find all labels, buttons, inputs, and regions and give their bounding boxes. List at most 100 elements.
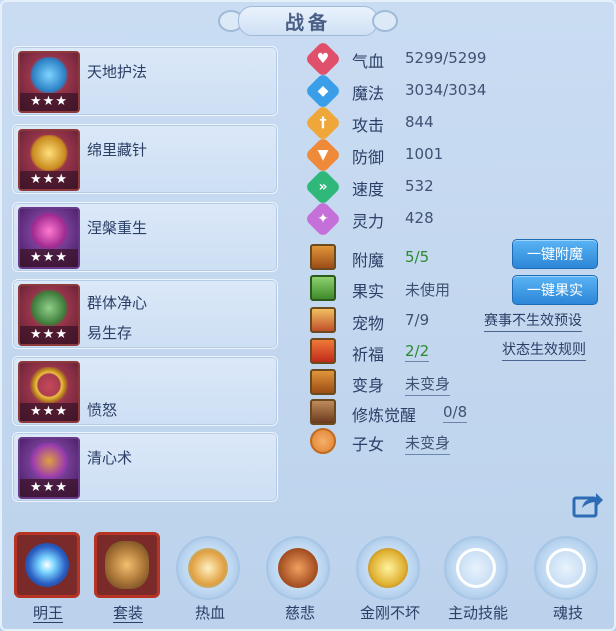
- extra-value[interactable]: 未变身: [405, 432, 451, 455]
- fruit-icon: [310, 275, 336, 301]
- skill-name: 清心术: [87, 449, 133, 467]
- warrior-icon: [176, 536, 240, 600]
- bottom-slot-5[interactable]: 金刚不坏: [350, 532, 430, 628]
- stat-value: 428: [405, 209, 434, 227]
- empty-slot-icon: [444, 536, 508, 600]
- stat-hp: ♥ 气血 5299/5299: [304, 40, 598, 78]
- stat-label: 防御: [352, 148, 385, 167]
- bottom-slot-1[interactable]: 明王: [8, 532, 88, 628]
- pet-icon: [310, 307, 336, 333]
- stat-label: 灵力: [352, 212, 385, 231]
- skill-card-5[interactable]: ★★★ 愤怒: [12, 356, 278, 426]
- bottom-label: 魂技: [552, 604, 583, 622]
- extra-cultivation[interactable]: 修炼觉醒 0/8: [308, 399, 608, 427]
- skill-name: 愤怒: [87, 401, 118, 419]
- extra-label: 祈福: [352, 345, 385, 364]
- bottom-label: 热血: [194, 604, 225, 622]
- one-click-enchant-button[interactable]: 一键附魔: [512, 239, 598, 269]
- stat-value: 532: [405, 177, 434, 195]
- stat-label: 速度: [352, 180, 385, 199]
- sun-orb-icon: [14, 532, 80, 598]
- star-rating: ★★★: [20, 93, 78, 111]
- stat-attack: † 攻击 844: [304, 104, 598, 142]
- enchant-icon: [310, 244, 336, 270]
- speed-icon: »: [304, 168, 342, 206]
- extra-label: 果实: [352, 282, 385, 301]
- beads-icon: ★★★: [18, 284, 80, 346]
- bottom-slot-7[interactable]: 魂技: [528, 532, 608, 628]
- skill-name: 天地护法: [87, 63, 148, 81]
- sword-icon: †: [304, 104, 342, 142]
- star-rating: ★★★: [20, 403, 78, 421]
- star-rating: ★★★: [20, 171, 78, 189]
- star-rating: ★★★: [20, 249, 78, 267]
- page-title: 战备: [238, 6, 378, 36]
- star-rating: ★★★: [20, 479, 78, 497]
- skill-card-1[interactable]: ★★★ 天地护法: [12, 46, 278, 116]
- stat-speed: » 速度 532: [304, 168, 598, 206]
- bottom-label: 明王: [32, 604, 63, 623]
- stat-mp: ◆ 魔法 3034/3034: [304, 72, 598, 110]
- skill-card-4[interactable]: ★★★ 群体净心 易生存: [12, 279, 278, 349]
- bottom-label: 套装: [112, 604, 143, 623]
- extra-value: 未使用: [405, 281, 451, 299]
- bottom-label: 金刚不坏: [359, 604, 420, 622]
- extra-label: 修炼觉醒: [352, 406, 417, 425]
- bottom-slot-2[interactable]: 套装: [88, 532, 168, 628]
- bottom-slot-4[interactable]: 慈悲: [260, 532, 340, 628]
- stat-value: 3034/3034: [405, 81, 487, 99]
- star-rating: ★★★: [20, 326, 78, 344]
- armor-icon: [94, 532, 160, 598]
- extra-transform[interactable]: 变身 未变身: [308, 369, 608, 397]
- skill-name: 群体净心: [87, 294, 148, 312]
- skill-tag: 易生存: [87, 324, 133, 342]
- dragon-icon: ★★★: [18, 51, 80, 113]
- mask-icon: ★★★: [18, 207, 80, 269]
- stat-value: 844: [405, 113, 434, 131]
- extra-value[interactable]: 0/8: [443, 403, 468, 423]
- spirit-icon: ✦: [304, 200, 342, 238]
- bottom-label: 慈悲: [284, 604, 315, 622]
- skill-card-2[interactable]: ★★★ 绵里藏针: [12, 124, 278, 194]
- shield-icon: ▼: [304, 136, 342, 174]
- extra-label: 子女: [352, 435, 385, 454]
- extra-value[interactable]: 2/2: [405, 342, 430, 362]
- stat-label: 攻击: [352, 116, 385, 135]
- extra-label: 附魔: [352, 251, 385, 270]
- transform-icon: [310, 369, 336, 395]
- event-preset-link[interactable]: 赛事不生效预设: [484, 310, 582, 332]
- status-rule-link[interactable]: 状态生效规则: [502, 339, 586, 361]
- extra-label: 宠物: [352, 314, 385, 333]
- scroll-icon: [266, 536, 330, 600]
- skill-card-3[interactable]: ★★★ 涅槃重生: [12, 202, 278, 272]
- extra-value: 5/5: [405, 248, 430, 266]
- one-click-fruit-button[interactable]: 一键果实: [512, 275, 598, 305]
- extra-label: 变身: [352, 376, 385, 395]
- buddha-icon: [356, 536, 420, 600]
- stat-value: 5299/5299: [405, 49, 487, 67]
- stat-spirit: ✦ 灵力 428: [304, 200, 598, 238]
- stat-label: 气血: [352, 52, 385, 71]
- blessing-icon: [310, 338, 336, 364]
- title-banner: 战备: [218, 4, 398, 36]
- skill-name: 绵里藏针: [87, 141, 148, 159]
- extra-value: 7/9: [405, 311, 430, 329]
- mana-icon: ◆: [304, 72, 342, 110]
- extra-value[interactable]: 未变身: [405, 373, 451, 396]
- extra-children[interactable]: 子女 未变身: [308, 428, 608, 456]
- stat-label: 魔法: [352, 84, 385, 103]
- bottom-slot-6[interactable]: 主动技能: [438, 532, 518, 628]
- stat-defense: ▼ 防御 1001: [304, 136, 598, 174]
- bottom-label: 主动技能: [447, 604, 508, 622]
- bottom-slot-3[interactable]: 热血: [170, 532, 250, 628]
- ring-icon: ★★★: [18, 361, 80, 423]
- robe-icon: ★★★: [18, 437, 80, 499]
- heart-icon: ♥: [304, 40, 342, 78]
- skill-name: 涅槃重生: [87, 219, 148, 237]
- empty-slot-icon: [534, 536, 598, 600]
- children-icon: [310, 428, 336, 454]
- title-ornament-right: [372, 10, 398, 32]
- share-icon[interactable]: [572, 490, 604, 518]
- skill-card-6[interactable]: ★★★ 清心术: [12, 432, 278, 502]
- stat-value: 1001: [405, 145, 444, 163]
